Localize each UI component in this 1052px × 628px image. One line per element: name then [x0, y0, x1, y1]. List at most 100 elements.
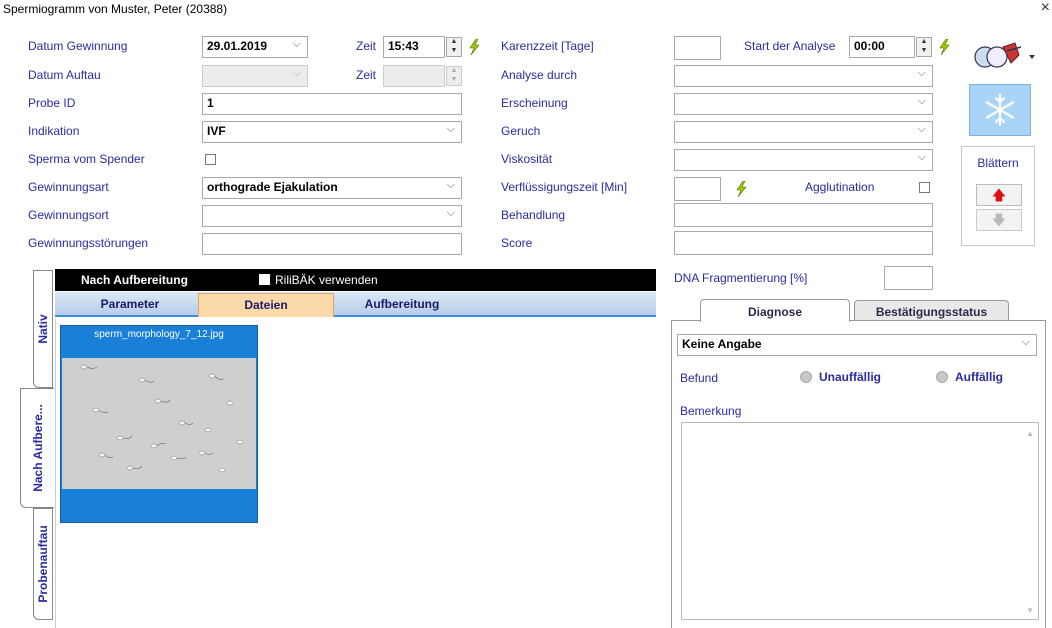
file-name: sperm_morphology_7_12.jpg	[94, 329, 224, 340]
patient-icon-button[interactable]	[963, 37, 1039, 77]
chevron-down-icon: ⌵	[446, 123, 455, 135]
geruch-label: Geruch	[501, 124, 541, 138]
start-input[interactable]: 00:00	[849, 36, 915, 58]
erscheinung-select[interactable]: ⌵	[674, 93, 933, 115]
lightning-icon[interactable]	[734, 181, 748, 197]
zeit-label: Zeit	[356, 39, 377, 53]
verfluessigung-input[interactable]	[674, 177, 721, 201]
bemerkung-textarea[interactable]: ▲ ▼	[681, 422, 1039, 620]
tab-parameter[interactable]: Parameter	[62, 297, 198, 311]
start-spinner[interactable]: ▲ ▼	[916, 37, 932, 57]
tab-bestaetigungsstatus[interactable]: Bestätigungsstatus	[854, 300, 1009, 320]
zeit2-label: Zeit	[356, 68, 377, 82]
scroll-up-icon[interactable]: ▲	[1026, 429, 1034, 438]
bemerkung-label: Bemerkung	[680, 404, 742, 418]
indikation-select[interactable]: IVF ⌵	[202, 121, 462, 143]
gewinnungsart-label: Gewinnungsart	[28, 180, 109, 194]
chevron-down-icon: ⌵	[446, 179, 455, 191]
panel-header: Nach Aufbereitung RiliBÄK verwenden	[55, 269, 656, 291]
start-value: 00:00	[854, 39, 885, 53]
zeit2-spinner[interactable]: ▲ ▼	[446, 66, 462, 86]
indikation-value: IVF	[207, 124, 226, 138]
geruch-select[interactable]: ⌵	[674, 121, 933, 143]
karenzzeit-label: Karenzzeit [Tage]	[501, 39, 594, 53]
sperma-label: Sperma vom Spender	[28, 152, 145, 166]
lightning-icon[interactable]	[467, 39, 481, 55]
snowflake-icon	[985, 93, 1015, 127]
couple-icon	[974, 42, 1035, 68]
chevron-down-icon: ⌵	[292, 38, 301, 50]
radio-auffaellig-label[interactable]: Auffällig	[955, 370, 1003, 384]
radio-unauffaellig[interactable]	[800, 371, 812, 383]
tab-dateien[interactable]: Dateien	[198, 293, 334, 317]
probe-id-input[interactable]: 1	[202, 93, 462, 115]
tab-diagnose[interactable]: Diagnose	[700, 299, 850, 322]
gewinnungsart-value: orthograde Ejakulation	[207, 180, 338, 194]
radio-auffaellig[interactable]	[936, 371, 948, 383]
dna-input[interactable]	[884, 266, 933, 290]
analyse-select[interactable]: ⌵	[674, 65, 933, 87]
blaettern-group: Blättern 🡅 🡇	[961, 146, 1035, 246]
sperma-checkbox[interactable]	[205, 154, 216, 165]
lightning-icon[interactable]	[937, 39, 951, 55]
agglutination-label: Agglutination	[805, 180, 875, 194]
gewinnungsart-select[interactable]: orthograde Ejakulation ⌵	[202, 177, 462, 199]
close-icon[interactable]: ×	[1041, 0, 1050, 17]
side-tab-probenauftau[interactable]: Probenauftau	[33, 508, 53, 620]
file-thumbnail[interactable]: sperm_morphology_7_12.jpg	[60, 325, 258, 523]
chevron-down-icon: ⌵	[446, 207, 455, 219]
panel-header-title: Nach Aufbereitung	[81, 273, 188, 287]
chevron-down-icon: ⌵	[917, 151, 926, 163]
chevron-down-icon: ⌵	[917, 95, 926, 107]
datum-gewinnung-label: Datum Gewinnung	[28, 39, 128, 53]
probe-id-value: 1	[207, 96, 214, 110]
agglutination-checkbox[interactable]	[919, 182, 930, 193]
datum-gewinnung-value: 29.01.2019	[207, 39, 268, 53]
datum-gewinnung-picker[interactable]: 29.01.2019 ⌵	[202, 36, 308, 58]
viskositaet-label: Viskosität	[501, 152, 553, 166]
blaettern-label: Blättern	[977, 156, 1019, 170]
karenzzeit-input[interactable]	[674, 36, 721, 60]
behandlung-input[interactable]	[674, 203, 933, 227]
page-up-button[interactable]: 🡅	[976, 184, 1022, 206]
rilibak-checkbox[interactable]	[259, 274, 270, 285]
chevron-down-icon: ⌵	[1021, 336, 1030, 348]
arrow-up-icon: 🡅	[991, 187, 1007, 203]
gewinnungsstoerungen-input[interactable]	[202, 233, 462, 255]
gewinnungsstoerungen-label: Gewinnungsstörungen	[28, 236, 149, 250]
side-tab-nativ[interactable]: Nativ	[33, 270, 53, 388]
diagnose-select-value: Keine Angabe	[682, 337, 762, 351]
page-down-button[interactable]: 🡇	[976, 209, 1022, 231]
viskositaet-select[interactable]: ⌵	[674, 149, 933, 171]
datum-auftau-picker[interactable]: ⌵	[202, 65, 308, 87]
micrograph-image	[62, 358, 256, 489]
erscheinung-label: Erscheinung	[501, 96, 568, 110]
zeit-input[interactable]: 15:43	[383, 36, 445, 58]
zeit-value: 15:43	[388, 39, 419, 53]
verfluessigung-label: Verflüssigungszeit [Min]	[501, 180, 628, 194]
freeze-button[interactable]	[969, 84, 1031, 136]
start-label: Start der Analyse	[744, 39, 836, 53]
tab-aufbereitung[interactable]: Aufbereitung	[334, 297, 470, 311]
zeit2-input[interactable]	[383, 65, 445, 87]
zeit-spinner[interactable]: ▲ ▼	[446, 37, 462, 57]
gewinnungsort-label: Gewinnungsort	[28, 208, 109, 222]
radio-unauffaellig-label[interactable]: Unauffällig	[819, 370, 881, 384]
probe-id-label: Probe ID	[28, 96, 76, 110]
befund-label: Befund	[680, 371, 719, 385]
side-tab-nach-aufbereitung[interactable]: Nach Aufbere...	[20, 388, 54, 508]
behandlung-label: Behandlung	[501, 208, 566, 222]
datum-auftau-label: Datum Auftau	[28, 68, 101, 82]
dna-label: DNA Fragmentierung [%]	[674, 271, 808, 285]
diagnose-select[interactable]: Keine Angabe ⌵	[677, 334, 1037, 356]
gewinnungsort-select[interactable]: ⌵	[202, 205, 462, 227]
score-input[interactable]	[674, 231, 933, 255]
window-title: Spermiogramm von Muster, Peter (20388)	[3, 2, 228, 16]
score-label: Score	[501, 236, 533, 250]
rilibak-label: RiliBÄK verwenden	[275, 273, 378, 287]
chevron-down-icon: ⌵	[917, 67, 926, 79]
chevron-down-icon: ⌵	[917, 123, 926, 135]
scroll-down-icon[interactable]: ▼	[1026, 606, 1034, 615]
arrow-down-icon: 🡇	[991, 212, 1007, 228]
analyse-label: Analyse durch	[501, 68, 578, 82]
